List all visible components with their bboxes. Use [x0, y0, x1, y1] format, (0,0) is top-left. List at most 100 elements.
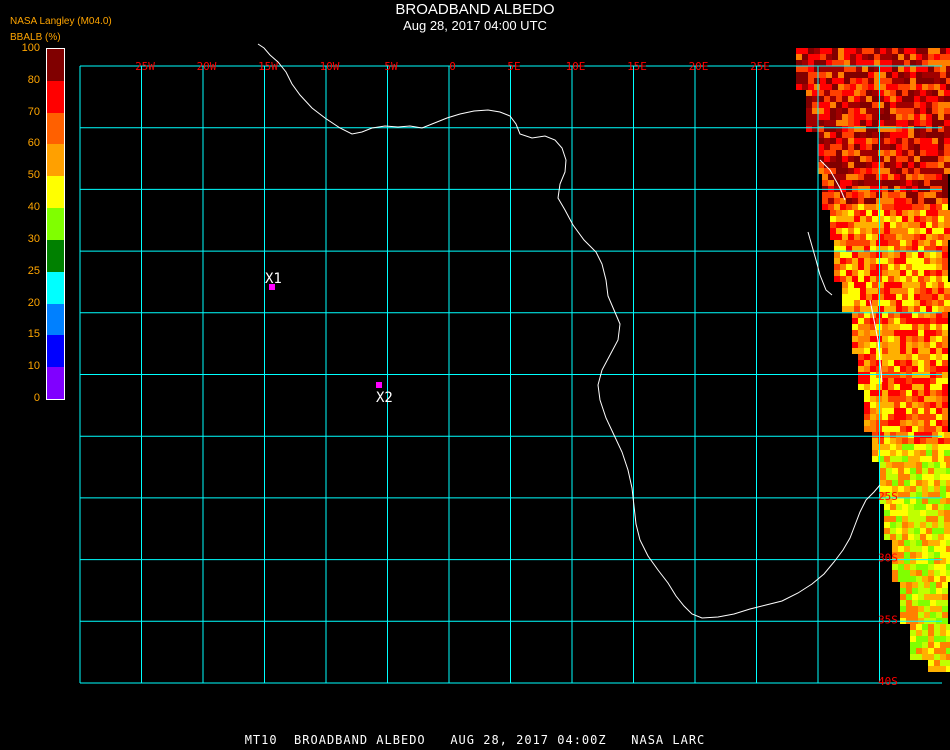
albedo-pixel [846, 276, 852, 282]
albedo-pixel [922, 468, 928, 474]
albedo-pixel [928, 660, 934, 666]
albedo-pixel [924, 366, 930, 372]
albedo-pixel [916, 84, 922, 90]
albedo-pixel [864, 318, 870, 324]
albedo-pixel [806, 96, 812, 102]
albedo-pixel [884, 138, 890, 144]
albedo-pixel [942, 366, 948, 372]
albedo-pixel [882, 264, 888, 270]
albedo-pixel [836, 156, 842, 162]
albedo-pixel [910, 54, 916, 60]
albedo-pixel [918, 582, 924, 588]
albedo-pixel [878, 216, 884, 222]
albedo-pixel [924, 258, 930, 264]
albedo-pixel [906, 324, 912, 330]
albedo-pixel [896, 156, 902, 162]
albedo-pixel [926, 438, 932, 444]
albedo-pixel [940, 564, 946, 570]
albedo-pixel [926, 288, 932, 294]
albedo-pixel [872, 102, 878, 108]
albedo-pixel [936, 600, 942, 606]
albedo-pixel [882, 390, 888, 396]
albedo-pixel [926, 522, 932, 528]
albedo-pixel [914, 522, 920, 528]
albedo-pixel [936, 378, 942, 384]
albedo-pixel [942, 420, 948, 426]
albedo-pixel [942, 342, 948, 348]
albedo-pixel [934, 552, 940, 558]
albedo-pixel [824, 150, 830, 156]
albedo-pixel [882, 240, 888, 246]
albedo-pixel [896, 114, 902, 120]
albedo-pixel [846, 270, 852, 276]
albedo-pixel [940, 624, 946, 630]
albedo-pixel [894, 414, 900, 420]
albedo-pixel [942, 276, 948, 282]
latitude-label: 25S [878, 490, 898, 503]
albedo-pixel [870, 384, 876, 390]
albedo-pixel [924, 396, 930, 402]
albedo-pixel [854, 150, 860, 156]
albedo-pixel [900, 588, 906, 594]
albedo-pixel [946, 648, 950, 654]
albedo-pixel [888, 174, 894, 180]
albedo-pixel [914, 300, 920, 306]
albedo-pixel [930, 366, 936, 372]
albedo-pixel [926, 294, 932, 300]
albedo-pixel [894, 390, 900, 396]
albedo-pixel [890, 510, 896, 516]
albedo-pixel [858, 324, 864, 330]
albedo-pixel [882, 354, 888, 360]
albedo-pixel [914, 444, 920, 450]
albedo-pixel [938, 96, 944, 102]
albedo-pixel [906, 252, 912, 258]
albedo-pixel [830, 150, 836, 156]
albedo-pixel [812, 126, 818, 132]
albedo-pixel [906, 420, 912, 426]
albedo-pixel [938, 288, 944, 294]
albedo-pixel [888, 360, 894, 366]
albedo-pixel [900, 324, 906, 330]
albedo-pixel [890, 228, 896, 234]
albedo-pixel [906, 396, 912, 402]
albedo-pixel [922, 564, 928, 570]
albedo-pixel [880, 468, 886, 474]
albedo-pixel [908, 510, 914, 516]
albedo-pixel [926, 216, 932, 222]
albedo-pixel [918, 336, 924, 342]
albedo-pixel [944, 126, 950, 132]
albedo-pixel [940, 642, 946, 648]
albedo-pixel [938, 120, 944, 126]
albedo-pixel [904, 48, 910, 54]
albedo-pixel [904, 462, 910, 468]
albedo-pixel [924, 588, 930, 594]
albedo-pixel [920, 288, 926, 294]
albedo-pixel [900, 420, 906, 426]
albedo-pixel [914, 294, 920, 300]
albedo-pixel [894, 264, 900, 270]
albedo-pixel [926, 102, 932, 108]
albedo-pixel [926, 528, 932, 534]
albedo-pixel [880, 54, 886, 60]
albedo-pixel [902, 138, 908, 144]
albedo-pixel [842, 306, 848, 312]
albedo-pixel [826, 60, 832, 66]
albedo-pixel [902, 120, 908, 126]
albedo-pixel [936, 336, 942, 342]
albedo-pixel [898, 564, 904, 570]
albedo-pixel [844, 54, 850, 60]
albedo-pixel [890, 534, 896, 540]
albedo-pixel [864, 174, 870, 180]
albedo-pixel [896, 132, 902, 138]
albedo-pixel [930, 192, 936, 198]
albedo-pixel [836, 108, 842, 114]
lat-lon-grid [79, 65, 942, 684]
albedo-pixel [922, 462, 928, 468]
albedo-pixel [908, 288, 914, 294]
albedo-pixel [872, 120, 878, 126]
albedo-pixel [894, 276, 900, 282]
albedo-pixel [890, 144, 896, 150]
albedo-pixel [906, 606, 912, 612]
albedo-pixel [888, 252, 894, 258]
albedo-pixel [914, 510, 920, 516]
